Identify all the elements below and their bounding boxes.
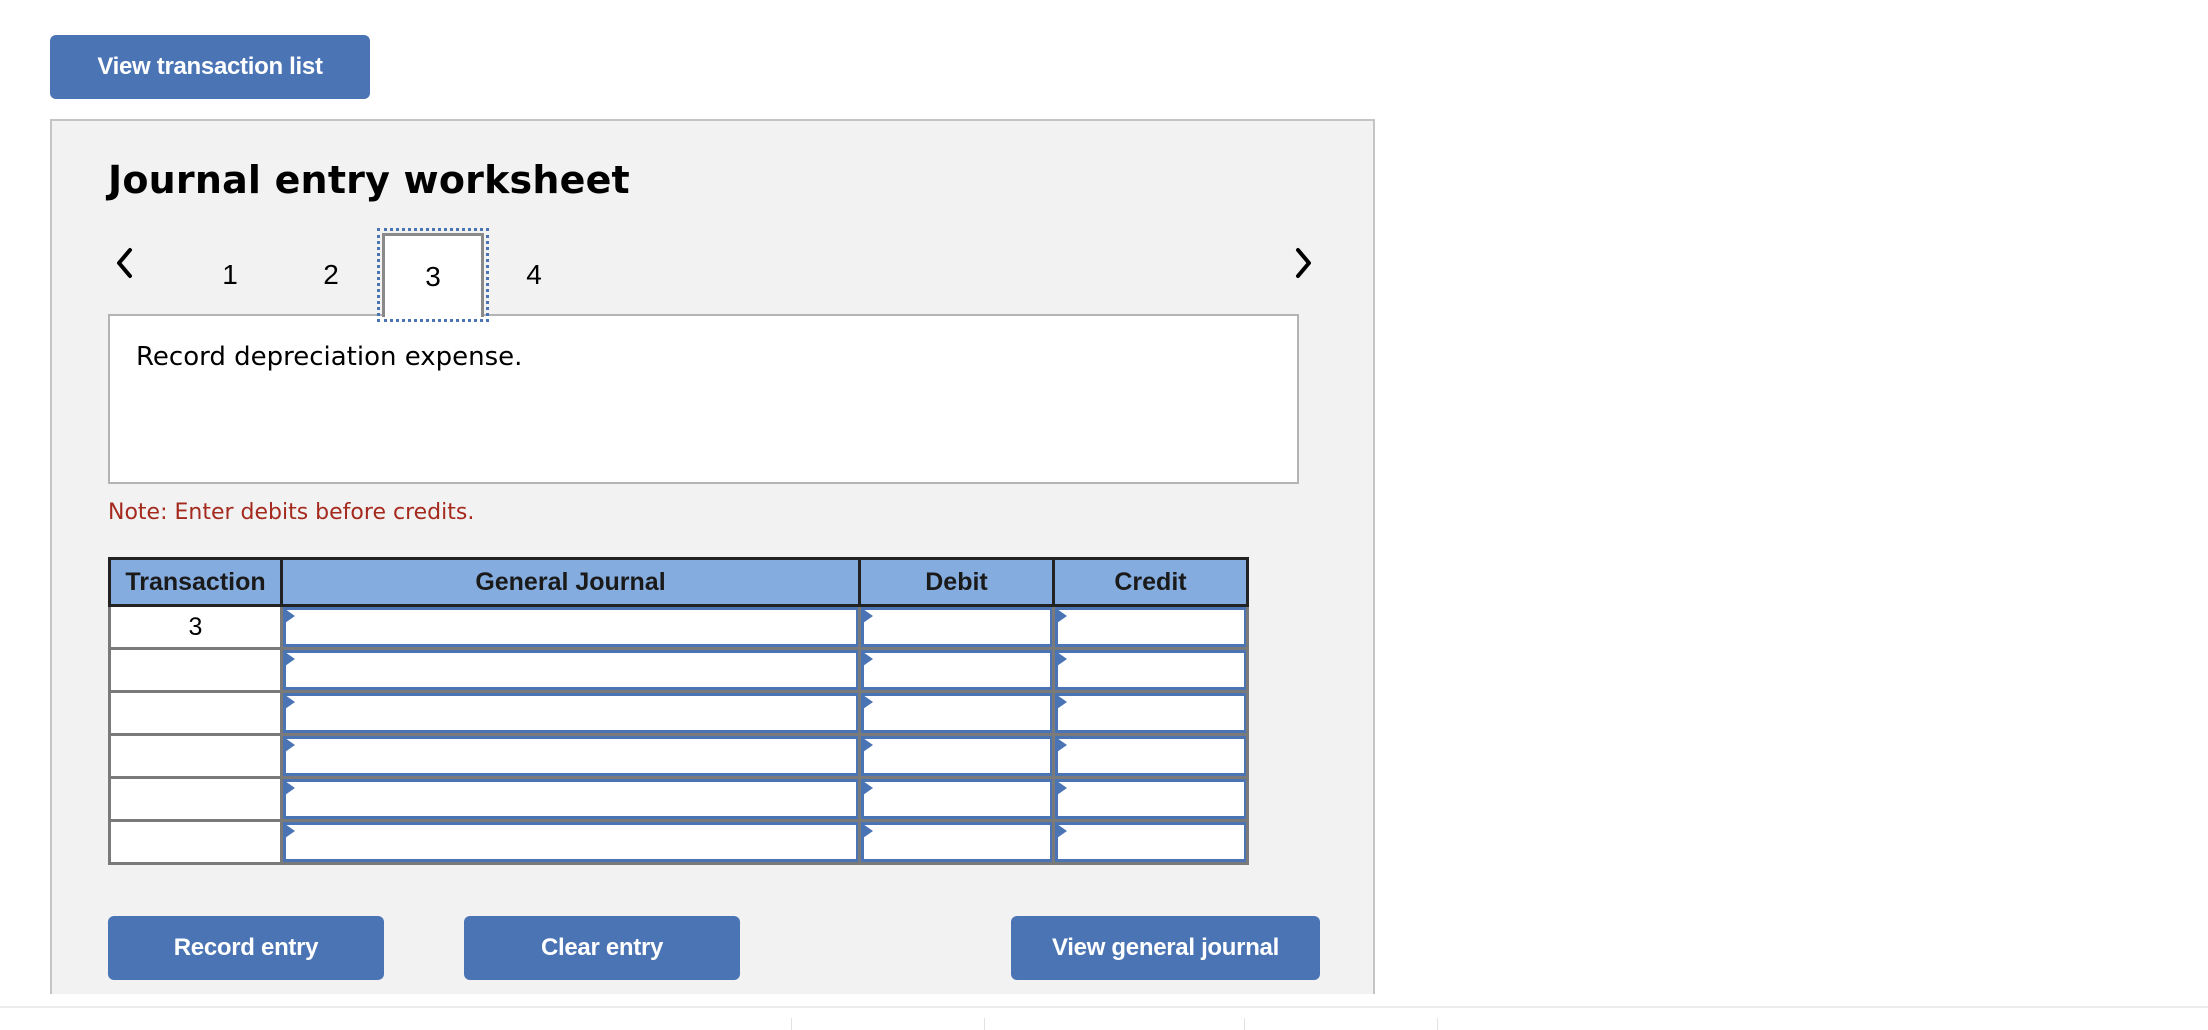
column-header-transaction: Transaction — [108, 557, 283, 607]
credit-cell — [1052, 819, 1249, 865]
transaction-cell: 3 — [108, 604, 283, 650]
general-journal-input[interactable] — [283, 822, 858, 862]
table-row — [108, 819, 1249, 865]
table-row: 3 — [108, 604, 1249, 650]
credit-cell — [1052, 776, 1249, 822]
credit-cell — [1052, 733, 1249, 779]
transaction-cell — [108, 733, 283, 779]
credit-input[interactable] — [1055, 822, 1246, 862]
debit-cell — [858, 647, 1055, 693]
credit-cell — [1052, 647, 1249, 693]
credit-input[interactable] — [1055, 607, 1246, 647]
general-journal-input[interactable] — [283, 650, 858, 690]
general-journal-cell — [280, 690, 861, 736]
view-transaction-list-button[interactable]: View transaction list — [50, 35, 370, 99]
debit-input[interactable] — [861, 779, 1052, 819]
bottom-divider-tick — [1244, 1018, 1245, 1030]
table-header-row: Transaction General Journal Debit Credit — [108, 557, 1249, 607]
general-journal-cell — [280, 733, 861, 779]
debit-cell — [858, 733, 1055, 779]
transaction-cell — [108, 647, 283, 693]
view-general-journal-button[interactable]: View general journal — [1011, 916, 1320, 980]
general-journal-input[interactable] — [283, 779, 858, 819]
question-text: Record depreciation expense. — [136, 342, 523, 372]
question-box — [108, 314, 1299, 484]
table-row — [108, 776, 1249, 822]
credit-cell — [1052, 604, 1249, 650]
table-row — [108, 690, 1249, 736]
worksheet-title: Journal entry worksheet — [108, 158, 630, 202]
debit-input[interactable] — [861, 822, 1052, 862]
column-header-general-journal: General Journal — [280, 557, 861, 607]
debit-input[interactable] — [861, 650, 1052, 690]
tab-entry-3[interactable]: 3 — [377, 228, 489, 322]
bottom-divider-tick — [984, 1018, 985, 1030]
column-header-credit: Credit — [1052, 557, 1249, 607]
debit-cell — [858, 690, 1055, 736]
credit-cell — [1052, 690, 1249, 736]
tab-entry-4[interactable]: 4 — [483, 233, 585, 317]
debit-input[interactable] — [861, 693, 1052, 733]
debit-cell — [858, 776, 1055, 822]
credit-input[interactable] — [1055, 779, 1246, 819]
journal-entry-table: Transaction General Journal Debit Credit… — [108, 557, 1249, 865]
general-journal-input[interactable] — [283, 736, 858, 776]
clear-entry-button[interactable]: Clear entry — [464, 916, 740, 980]
general-journal-cell — [280, 647, 861, 693]
general-journal-cell — [280, 819, 861, 865]
bottom-divider — [0, 1006, 2208, 1008]
chevron-left-icon[interactable] — [112, 246, 138, 280]
general-journal-cell — [280, 776, 861, 822]
general-journal-cell — [280, 604, 861, 650]
tab-entry-2[interactable]: 2 — [280, 233, 382, 317]
general-journal-input[interactable] — [283, 693, 858, 733]
debit-cell — [858, 819, 1055, 865]
chevron-right-icon[interactable] — [1290, 246, 1316, 280]
credit-input[interactable] — [1055, 693, 1246, 733]
bottom-divider-tick — [791, 1018, 792, 1030]
column-header-debit: Debit — [858, 557, 1055, 607]
transaction-cell — [108, 776, 283, 822]
record-entry-button[interactable]: Record entry — [108, 916, 384, 980]
debit-input[interactable] — [861, 736, 1052, 776]
note-text: Note: Enter debits before credits. — [108, 500, 475, 525]
debit-input[interactable] — [861, 607, 1052, 647]
transaction-cell — [108, 819, 283, 865]
credit-input[interactable] — [1055, 736, 1246, 776]
table-row — [108, 733, 1249, 779]
credit-input[interactable] — [1055, 650, 1246, 690]
table-row — [108, 647, 1249, 693]
bottom-divider-tick — [1437, 1018, 1438, 1030]
tab-entry-1[interactable]: 1 — [179, 233, 281, 317]
debit-cell — [858, 604, 1055, 650]
transaction-cell — [108, 690, 283, 736]
general-journal-input[interactable] — [283, 607, 858, 647]
